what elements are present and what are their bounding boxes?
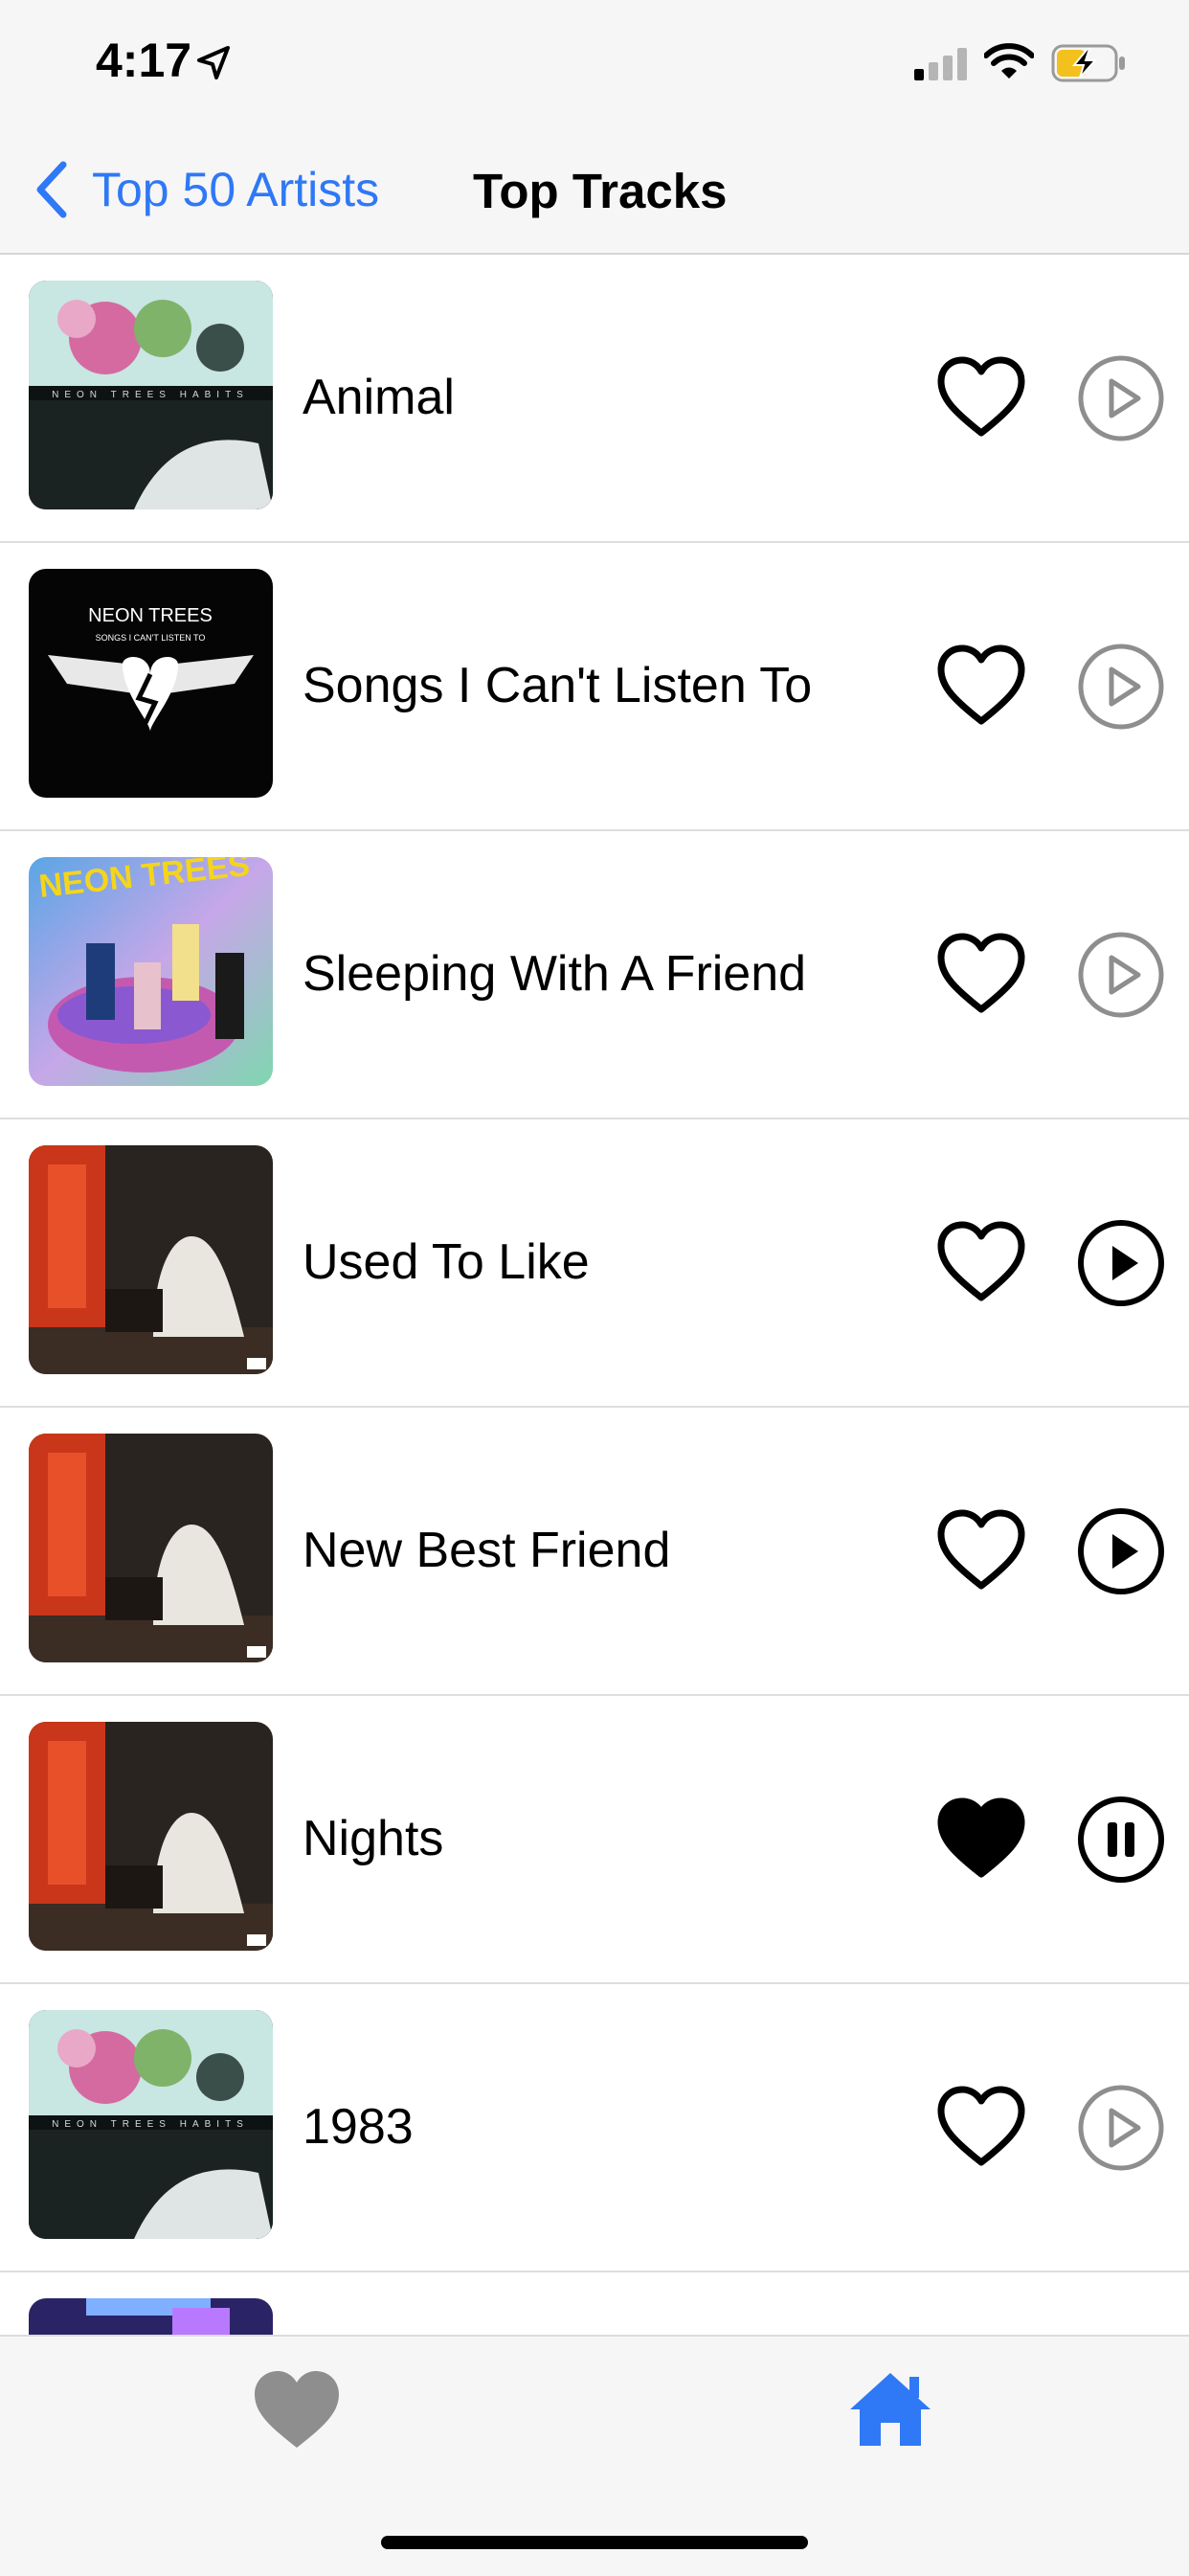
track-row[interactable]: NEON TREES SONGS I CAN'T LISTEN TO Songs…: [0, 543, 1189, 831]
heart-outline-icon[interactable]: [935, 1509, 1027, 1592]
track-title: New Best Friend: [303, 1523, 671, 1578]
track-title: Sleeping With A Friend: [303, 946, 807, 1002]
album-artwork[interactable]: NEON TREES SONGS I CAN'T LISTEN TO: [29, 569, 273, 798]
cellular-signal-icon: [914, 48, 967, 80]
page-title: Top Tracks: [473, 164, 728, 218]
location-arrow-icon: [197, 46, 230, 79]
heart-outline-icon[interactable]: [935, 356, 1027, 439]
heart-outline-icon[interactable]: [935, 933, 1027, 1015]
status-time: 4:17: [96, 34, 192, 87]
track-title: 1983: [303, 2099, 414, 2155]
play-button-icon[interactable]: [1077, 2084, 1165, 2172]
heart-filled-icon[interactable]: [935, 1797, 1027, 1880]
heart-outline-icon[interactable]: [935, 2086, 1027, 2168]
track-list[interactable]: NEON TREES HABITS Animal NEON TREES SONG…: [0, 255, 1189, 2335]
track-title: Nights: [303, 1811, 444, 1866]
track-title: Songs I Can't Listen To: [303, 658, 813, 713]
album-artwork[interactable]: [29, 1434, 273, 1662]
track-row[interactable]: Used To Like: [0, 1119, 1189, 1408]
pause-button-icon[interactable]: [1077, 1796, 1165, 1884]
heart-outline-icon[interactable]: [935, 644, 1027, 727]
play-button-icon[interactable]: [1077, 354, 1165, 442]
play-button-icon[interactable]: [1077, 931, 1165, 1019]
album-art-band: NEON TREES: [88, 605, 213, 626]
album-artwork[interactable]: NEON TREES HABITS: [29, 2010, 273, 2239]
track-row[interactable]: NEON TREES HABITS 1983: [0, 1984, 1189, 2272]
home-tab-house-icon[interactable]: [846, 2369, 934, 2450]
navigation-bar: Top 50 Artists Top Tracks: [0, 126, 1189, 255]
favorites-tab-heart-icon[interactable]: [251, 2368, 343, 2452]
play-button-icon[interactable]: [1077, 643, 1165, 731]
album-art-subtitle: SONGS I CAN'T LISTEN TO: [96, 633, 206, 643]
wifi-icon: [984, 43, 1034, 79]
battery-charging-icon: [1051, 44, 1125, 82]
album-artwork[interactable]: [29, 2298, 273, 2335]
album-artwork[interactable]: NEON TREES: [29, 857, 273, 1086]
heart-outline-icon[interactable]: [935, 1221, 1027, 1303]
track-row[interactable]: [0, 2272, 1189, 2335]
track-title: Animal: [303, 370, 455, 425]
back-button[interactable]: Top 50 Artists: [34, 159, 379, 220]
album-artwork[interactable]: [29, 1145, 273, 1374]
play-button-icon[interactable]: [1077, 1507, 1165, 1595]
track-row[interactable]: NEON TREES Sleeping With A Friend: [0, 831, 1189, 1119]
track-row[interactable]: New Best Friend: [0, 1408, 1189, 1696]
chevron-left-icon: [36, 161, 67, 218]
album-art-caption: NEON TREES HABITS: [52, 2119, 249, 2130]
play-button-icon[interactable]: [1077, 1219, 1165, 1307]
track-row[interactable]: Nights: [0, 1696, 1189, 1984]
track-title: Used To Like: [303, 1234, 590, 1290]
track-row[interactable]: NEON TREES HABITS Animal: [0, 255, 1189, 543]
home-indicator: [381, 2536, 808, 2549]
album-art-caption: NEON TREES HABITS: [52, 390, 249, 400]
album-artwork[interactable]: NEON TREES HABITS: [29, 281, 273, 509]
back-button-label: Top 50 Artists: [92, 163, 380, 216]
album-artwork[interactable]: [29, 1722, 273, 1951]
status-bar: 4:17: [0, 0, 1189, 126]
